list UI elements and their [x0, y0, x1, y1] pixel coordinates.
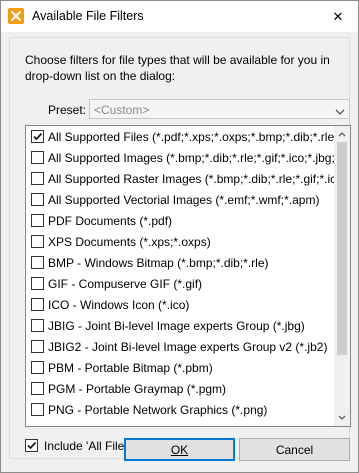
- filter-checkbox[interactable]: [31, 214, 44, 227]
- filter-label: GIF - Compuserve GIF (*.gif): [48, 277, 203, 291]
- filter-label: PGM - Portable Graymap (*.pgm): [48, 382, 227, 396]
- filter-checkbox[interactable]: [31, 403, 44, 416]
- filter-label: All Supported Vectorial Images (*.emf;*.…: [48, 193, 320, 207]
- close-button[interactable]: ✕: [318, 1, 358, 32]
- checkmark-icon: [33, 132, 43, 141]
- scroll-up-button[interactable]: [334, 126, 350, 142]
- preset-dropdown[interactable]: <Custom>: [89, 99, 350, 119]
- dialog-window: Available File Filters ✕ Choose filters …: [0, 0, 359, 473]
- window-title: Available File Filters: [32, 9, 144, 23]
- filter-label: All Supported Raster Images (*.bmp;*.dib…: [48, 172, 335, 186]
- cancel-button[interactable]: Cancel: [239, 438, 350, 461]
- pdf-xchange-icon: [8, 8, 24, 24]
- filter-label: All Supported Images (*.bmp;*.dib;*.rle;…: [48, 151, 335, 165]
- filter-list-item[interactable]: JBIG - Joint Bi-level Image experts Grou…: [26, 315, 335, 336]
- preset-value: <Custom>: [94, 103, 150, 117]
- filter-checkbox[interactable]: [31, 340, 44, 353]
- filter-list-item[interactable]: GIF - Compuserve GIF (*.gif): [26, 273, 335, 294]
- scroll-down-button[interactable]: [334, 410, 350, 426]
- filter-checkbox[interactable]: [31, 277, 44, 290]
- filter-label: ICO - Windows Icon (*.ico): [48, 298, 190, 312]
- filter-label: BMP - Windows Bitmap (*.bmp;*.dib;*.rle): [48, 256, 269, 270]
- filter-label: PNG - Portable Network Graphics (*.png): [48, 403, 268, 417]
- filter-checkbox[interactable]: [31, 172, 44, 185]
- filter-list-item[interactable]: All Supported Vectorial Images (*.emf;*.…: [26, 189, 335, 210]
- filter-checkbox[interactable]: [31, 256, 44, 269]
- filter-list-item[interactable]: PGM - Portable Graymap (*.pgm): [26, 378, 335, 399]
- filters-group: Choose filters for file types that will …: [9, 37, 351, 459]
- chevron-down-icon: [338, 415, 346, 420]
- filter-checkbox[interactable]: [31, 319, 44, 332]
- preset-label: Preset:: [48, 103, 87, 117]
- cancel-button-label: Cancel: [275, 442, 314, 457]
- filters-list[interactable]: All Supported Files (*.pdf;*.xps;*.oxps;…: [25, 125, 351, 427]
- include-all-files-checkbox[interactable]: [25, 439, 38, 452]
- filter-checkbox[interactable]: [31, 361, 44, 374]
- chevron-up-icon: [338, 132, 346, 137]
- filter-list-item[interactable]: PNG - Portable Network Graphics (*.png): [26, 399, 335, 420]
- filter-list-item[interactable]: All Supported Files (*.pdf;*.xps;*.oxps;…: [26, 126, 335, 147]
- dialog-body: Choose filters for file types that will …: [1, 32, 358, 472]
- filter-list-item[interactable]: PBM - Portable Bitmap (*.pbm): [26, 357, 335, 378]
- ok-button-label: OK: [170, 442, 189, 457]
- filter-list-item[interactable]: All Supported Raster Images (*.bmp;*.dib…: [26, 168, 335, 189]
- filter-label: PBM - Portable Bitmap (*.pbm): [48, 361, 213, 375]
- vertical-scrollbar[interactable]: [334, 126, 350, 426]
- chevron-down-icon: [335, 105, 345, 115]
- description-text: Choose filters for file types that will …: [25, 53, 330, 83]
- filter-label: All Supported Files (*.pdf;*.xps;*.oxps;…: [48, 130, 335, 144]
- filter-checkbox[interactable]: [31, 235, 44, 248]
- filter-checkbox[interactable]: [31, 151, 44, 164]
- scroll-thumb[interactable]: [337, 142, 347, 355]
- filter-label: XPS Documents (*.xps;*.oxps): [48, 235, 211, 249]
- filter-label: JBIG2 - Joint Bi-level Image experts Gro…: [48, 340, 328, 354]
- filter-label: JBIG - Joint Bi-level Image experts Grou…: [48, 319, 305, 333]
- filter-checkbox[interactable]: [31, 130, 44, 143]
- filter-checkbox[interactable]: [31, 298, 44, 311]
- title-bar[interactable]: Available File Filters ✕: [1, 1, 358, 32]
- filter-list-item[interactable]: ICO - Windows Icon (*.ico): [26, 294, 335, 315]
- filter-list-item[interactable]: XPS Documents (*.xps;*.oxps): [26, 231, 335, 252]
- filter-label: PDF Documents (*.pdf): [48, 214, 173, 228]
- filter-checkbox[interactable]: [31, 193, 44, 206]
- checkmark-icon: [27, 441, 37, 450]
- filter-list-item[interactable]: PDF Documents (*.pdf): [26, 210, 335, 231]
- ok-button[interactable]: OK: [124, 438, 235, 461]
- filter-list-item[interactable]: BMP - Windows Bitmap (*.bmp;*.dib;*.rle): [26, 252, 335, 273]
- close-icon: ✕: [332, 8, 344, 24]
- filter-list-item[interactable]: JBIG2 - Joint Bi-level Image experts Gro…: [26, 336, 335, 357]
- filter-checkbox[interactable]: [31, 382, 44, 395]
- filter-list-item[interactable]: All Supported Images (*.bmp;*.dib;*.rle;…: [26, 147, 335, 168]
